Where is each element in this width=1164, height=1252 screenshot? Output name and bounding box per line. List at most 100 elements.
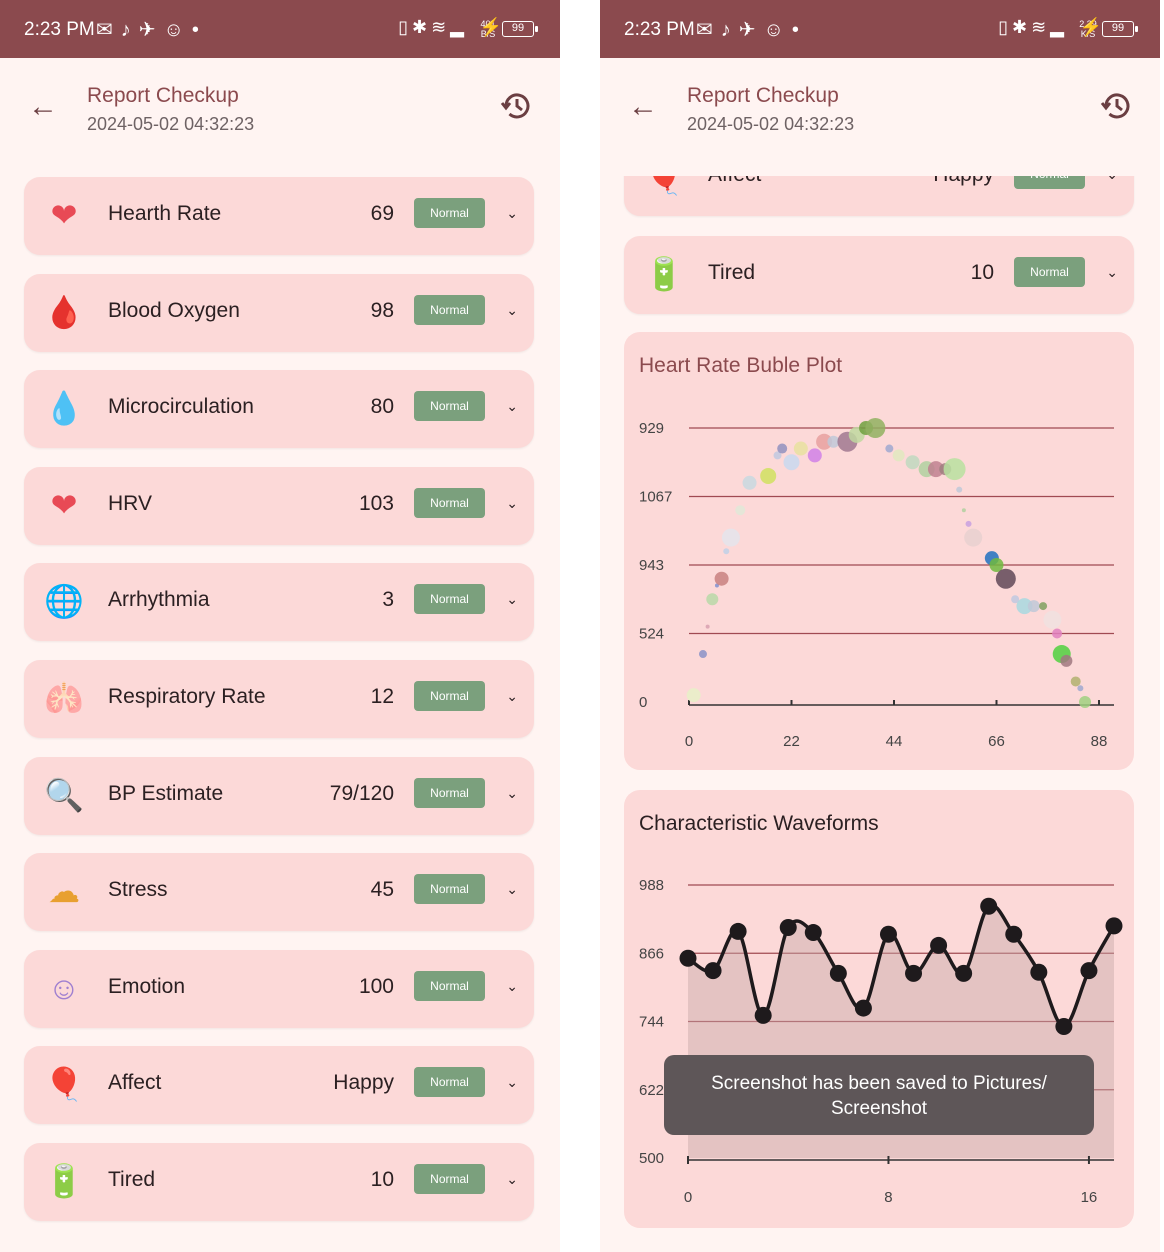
- bubble-point: [964, 528, 983, 547]
- metric-card-arrhythmia[interactable]: 🌐 Arrhythmia 3 Normal ⌄: [24, 563, 534, 642]
- bubble-point: [1077, 685, 1084, 692]
- bubble-point: [1039, 602, 1048, 611]
- metric-card-affect[interactable]: 🎈 Affect Happy Normal ⌄: [24, 1046, 534, 1125]
- metric-card-microcirculation[interactable]: 💧 Microcirculation 80 Normal ⌄: [24, 370, 534, 449]
- bubble-point: [892, 449, 905, 462]
- battery-bolt-icon: 🔋: [644, 256, 684, 292]
- bubble-point: [807, 448, 822, 463]
- status-bar: 2:23 PM ✉♪✈☺• ▯✱≋▂ 2.39 K/S ⚡ 99: [600, 0, 1160, 58]
- waveform-point: [980, 897, 998, 915]
- waveform-point: [1005, 925, 1023, 943]
- metric-value: 69: [370, 202, 394, 225]
- waveform-point: [1080, 962, 1098, 980]
- bubble-point: [1043, 610, 1062, 629]
- metric-label: Emotion: [108, 974, 186, 998]
- page-title: Report Checkup: [687, 84, 839, 107]
- bubble-point: [1079, 696, 1092, 708]
- chevron-down-icon[interactable]: ⌄: [506, 1171, 518, 1188]
- bubble-point: [777, 443, 788, 454]
- x-tick-label: 22: [783, 733, 800, 750]
- chevron-down-icon[interactable]: ⌄: [506, 591, 518, 608]
- status-badge: Normal: [414, 1164, 485, 1194]
- bubble-point: [760, 467, 777, 484]
- metric-card-stress[interactable]: ☁ Stress 45 Normal ⌄: [24, 853, 534, 932]
- chevron-down-icon[interactable]: ⌄: [506, 978, 518, 995]
- y-tick-label: 524: [639, 626, 664, 643]
- metric-card-tired[interactable]: 🔋 Tired 10 Normal ⌄: [24, 1143, 534, 1221]
- chevron-down-icon[interactable]: ⌄: [506, 688, 518, 705]
- status-badge: Normal: [414, 1067, 485, 1098]
- status-badge: Normal: [414, 584, 485, 615]
- waveform-point: [729, 922, 747, 940]
- x-tick-label: 0: [685, 733, 693, 750]
- metric-card-hearth-rate[interactable]: ❤ Hearth Rate 69 Normal ⌄: [24, 177, 534, 255]
- waveform-point: [1105, 917, 1123, 935]
- chevron-down-icon[interactable]: ⌄: [506, 205, 518, 222]
- chevron-down-icon[interactable]: ⌄: [506, 1074, 518, 1091]
- waveform-point: [754, 1006, 772, 1024]
- x-tick-label: 66: [988, 733, 1005, 750]
- history-icon[interactable]: [1100, 89, 1134, 123]
- bubble-point: [995, 568, 1016, 589]
- bubble-point: [698, 650, 707, 659]
- waveform-point: [1055, 1018, 1073, 1036]
- chevron-down-icon[interactable]: ⌄: [1106, 264, 1118, 281]
- heart-globe-icon: 🌐: [44, 583, 84, 620]
- waveform-chart: 988 866 744 622 500 0 8 16: [639, 877, 1123, 1206]
- waveform-point: [1030, 963, 1048, 981]
- chevron-down-icon[interactable]: ⌄: [506, 495, 518, 512]
- waveform-point: [955, 964, 973, 982]
- bubble-point: [714, 571, 729, 586]
- bubble-point: [721, 528, 740, 547]
- status-badge: Normal: [414, 970, 485, 1001]
- chevron-down-icon[interactable]: ⌄: [506, 398, 518, 415]
- metric-card-bp-estimate[interactable]: 🔍 BP Estimate 79/120 Normal ⌄: [24, 756, 534, 835]
- lungs-icon: 🫁: [44, 680, 84, 716]
- metric-value: 98: [370, 298, 394, 322]
- status-time: 2:23 PM: [24, 19, 95, 40]
- metric-label: Hearth Rate: [108, 202, 222, 225]
- chevron-down-icon[interactable]: ⌄: [506, 881, 518, 898]
- chevron-down-icon[interactable]: ⌄: [506, 302, 518, 319]
- metric-label: Affect: [108, 1071, 162, 1095]
- bubble-point: [783, 454, 800, 471]
- bubble-point: [742, 475, 757, 490]
- waveform-point: [704, 962, 722, 980]
- metric-value: 45: [370, 878, 394, 902]
- circulation-drop-icon: 💧: [44, 390, 84, 427]
- charging-icon: ⚡: [1079, 17, 1102, 37]
- metric-card-emotion[interactable]: ☺ Emotion 100 Normal ⌄: [24, 949, 534, 1028]
- y-tick-label: 866: [639, 945, 664, 962]
- metric-label: HRV: [108, 491, 152, 515]
- bubble-point: [735, 505, 746, 516]
- bubble-chart-card: Heart Rate Buble Plot 929 1067 943 524 0 0 22 4…: [624, 332, 1134, 770]
- metric-label: Blood Oxygen: [108, 298, 240, 322]
- status-badge: Normal: [414, 198, 485, 228]
- waveform-point: [854, 999, 872, 1017]
- y-tick-label: 500: [639, 1150, 664, 1167]
- head-stress-icon: ☁: [48, 873, 80, 910]
- bubble-point: [885, 444, 894, 453]
- bubble-point: [723, 548, 730, 555]
- left-screen: 2:23 PM ✉♪✈☺• ▯✱≋▂ 401 B/S ⚡ 99 ← Report …: [0, 0, 560, 1252]
- metric-value: 79/120: [329, 781, 394, 805]
- right-screen: 🎈 Affect Happy Normal ⌄ 🔋 Tired 10 Norma…: [600, 0, 1160, 1252]
- bubble-point: [956, 486, 963, 493]
- back-arrow-icon[interactable]: ←: [28, 90, 58, 124]
- bubble-point: [1052, 628, 1063, 639]
- bubble-point: [1027, 600, 1040, 613]
- metric-card-tired[interactable]: 🔋 Tired 10 Normal ⌄: [624, 236, 1134, 314]
- metric-card-respiratory-rate[interactable]: 🫁 Respiratory Rate 12 Normal ⌄: [24, 660, 534, 738]
- status-badge: Normal: [414, 874, 485, 905]
- metric-card-blood-oxygen[interactable]: 🩸 Blood Oxygen 98 Normal ⌄: [24, 273, 534, 352]
- chevron-down-icon[interactable]: ⌄: [506, 785, 518, 802]
- metric-label: Microcirculation: [108, 395, 254, 419]
- metric-value: 3: [382, 588, 394, 612]
- back-arrow-icon[interactable]: ←: [628, 90, 658, 124]
- history-icon[interactable]: [500, 89, 534, 123]
- battery-icon: 99: [1102, 21, 1138, 37]
- notification-icons: ✉♪✈☺•: [696, 19, 807, 41]
- waveform-point: [804, 924, 822, 942]
- metric-card-hrv[interactable]: ❤ HRV 103 Normal ⌄: [24, 466, 534, 545]
- metric-label: Tired: [108, 1168, 156, 1191]
